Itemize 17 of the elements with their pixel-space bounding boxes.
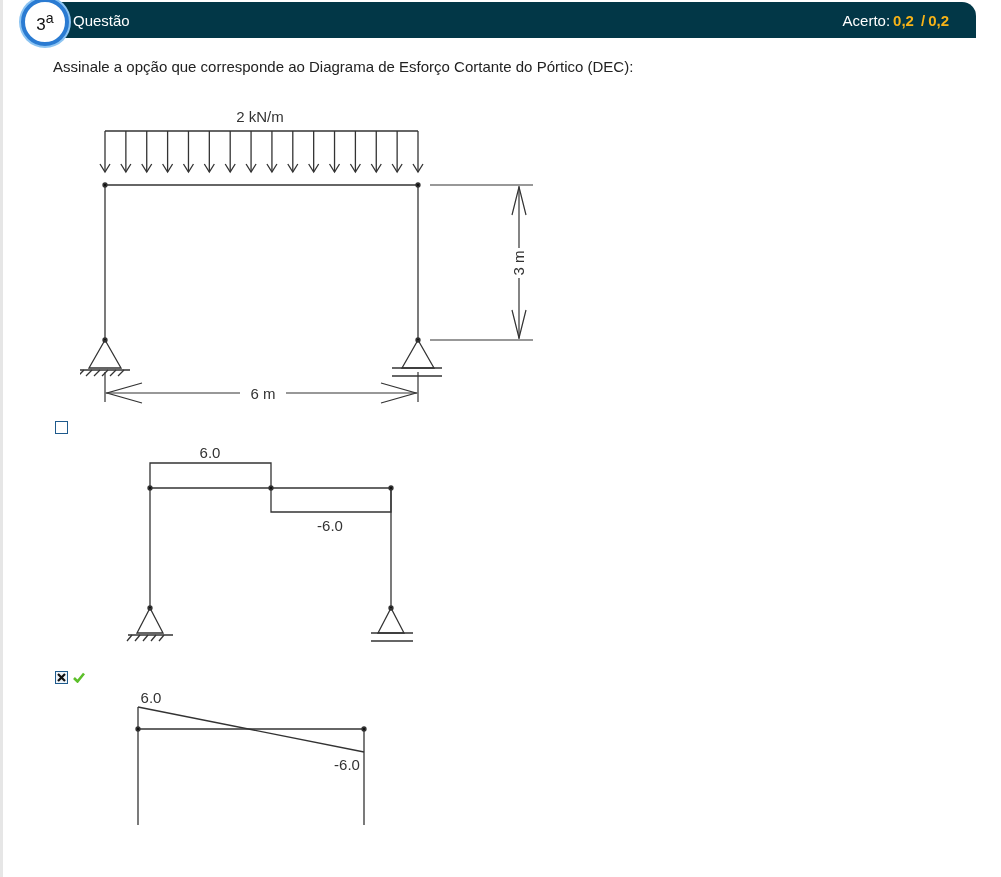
- answer-checkbox[interactable]: [55, 670, 68, 684]
- score-separator: /: [920, 11, 926, 29]
- shear-value-label: 6.0: [199, 444, 221, 461]
- score-label: Acerto:: [842, 11, 891, 29]
- cross-icon: [57, 672, 66, 682]
- shear-value-label: -6.0: [334, 756, 360, 773]
- max-score-value: 0,2: [928, 11, 949, 29]
- width-label: 6 m: [250, 385, 276, 402]
- height-label: 3 m: [510, 250, 527, 276]
- question-title: Questão: [73, 11, 130, 29]
- shear-value-label: 6.0: [140, 689, 162, 706]
- question-number: 3$^{a}$: [36, 9, 54, 35]
- load-label: 2 kN/m: [236, 108, 284, 125]
- answer-checkbox[interactable]: [55, 420, 68, 434]
- score-value: 0,2: [893, 11, 914, 29]
- shear-value-label: -6.0: [317, 517, 343, 534]
- question-text: Assinale a opção que corresponde ao Diagrama de Esforço Cortante do Pórtico (DEC):: [53, 58, 635, 75]
